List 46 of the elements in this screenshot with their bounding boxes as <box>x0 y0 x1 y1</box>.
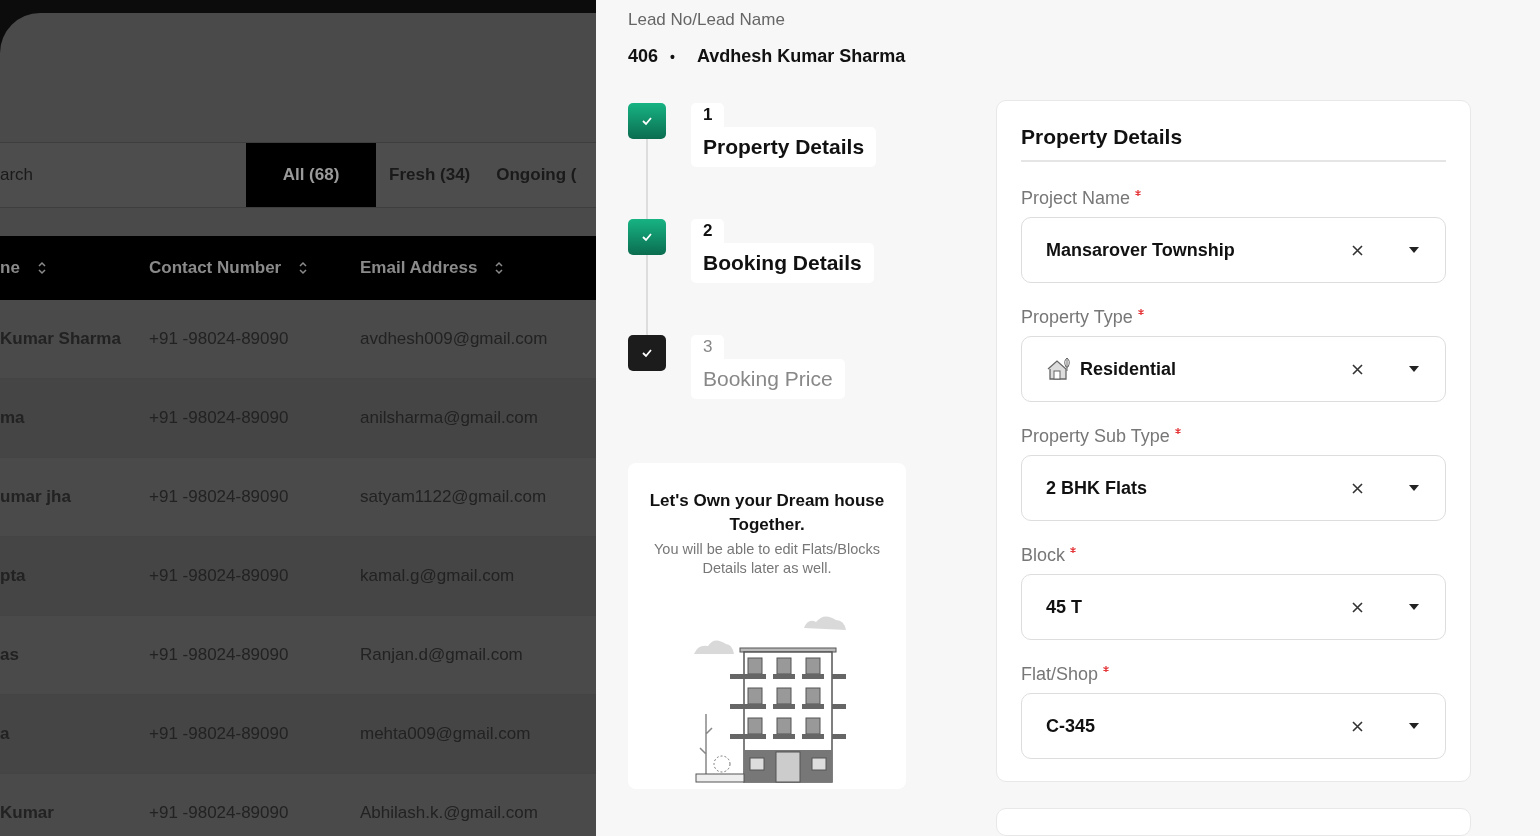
sort-icon[interactable] <box>37 261 46 275</box>
house-icon <box>1046 357 1072 381</box>
select-value: C-345 <box>1046 715 1097 737</box>
select-field[interactable]: 2 BHK Flats <box>1021 455 1446 521</box>
select-value: Residential <box>1080 358 1178 380</box>
select-field[interactable]: Mansarover Township <box>1021 217 1446 283</box>
step-title[interactable]: Booking Details <box>691 243 874 283</box>
select-field[interactable]: C-345 <box>1021 693 1446 759</box>
step-number: 1 <box>691 103 725 127</box>
caret-icon[interactable] <box>1409 485 1419 491</box>
field-label: Project Name <box>1021 188 1131 209</box>
column-header[interactable]: ne <box>0 258 20 278</box>
select-field[interactable]: 45 T <box>1021 574 1446 640</box>
field-label: Property Sub Type <box>1021 426 1170 447</box>
clear-icon[interactable] <box>1352 482 1363 494</box>
lead-number: 406 <box>628 46 659 67</box>
clear-icon[interactable] <box>1352 601 1363 613</box>
step-number: 3 <box>691 335 725 359</box>
field-label: Property Type <box>1021 307 1133 328</box>
lead-label: Lead No/Lead Name <box>628 10 786 30</box>
select-value: 45 T <box>1046 596 1084 618</box>
select-field[interactable]: Residential <box>1021 336 1446 402</box>
step-title[interactable]: Property Details <box>691 127 877 167</box>
step-title[interactable]: Booking Price <box>691 359 845 399</box>
sort-icon[interactable] <box>495 261 504 275</box>
promo-title: Let's Own your Dream house Together. <box>648 490 886 536</box>
form-title: Property Details <box>1021 125 1446 162</box>
select-value: Mansarover Township <box>1046 239 1236 261</box>
sort-icon[interactable] <box>299 261 308 275</box>
clear-icon[interactable] <box>1352 244 1363 256</box>
clear-icon[interactable] <box>1352 363 1363 375</box>
caret-icon[interactable] <box>1409 723 1419 729</box>
column-header[interactable]: Email Address <box>360 258 478 278</box>
caret-icon[interactable] <box>1409 604 1419 610</box>
caret-icon[interactable] <box>1409 247 1419 253</box>
select-value: 2 BHK Flats <box>1046 477 1149 499</box>
promo-text: You will be able to edit Flats/Blocks Details later as well. <box>653 540 881 578</box>
column-header[interactable]: Contact Number <box>149 258 282 278</box>
field-label: Block <box>1021 545 1065 566</box>
step-number: 2 <box>691 219 725 243</box>
lead-name: Avdhesh Kumar Sharma <box>696 46 906 67</box>
caret-icon[interactable] <box>1409 366 1419 372</box>
field-label: Flat/Shop <box>1021 664 1099 685</box>
clear-icon[interactable] <box>1352 720 1363 732</box>
separator: • <box>670 48 675 65</box>
filter-tab[interactable]: All (68) <box>246 143 376 207</box>
